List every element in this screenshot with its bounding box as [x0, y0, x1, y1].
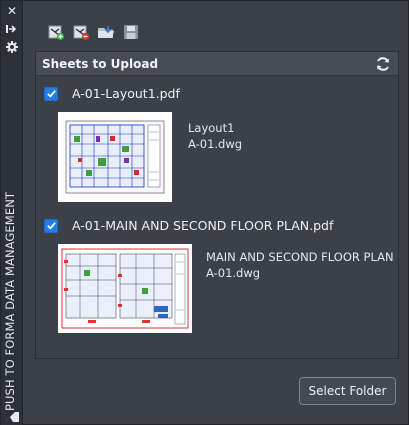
palette-title: PUSH TO FORMA DATA MANAGEMENT — [3, 191, 17, 411]
sheet-checkbox[interactable] — [44, 86, 58, 101]
sheet-thumbnail — [58, 244, 192, 333]
palette-window: ✕ PUSH TO FORMA DATA MANAGEMENT Sheets t… — [0, 0, 409, 425]
sheet-thumbnail — [58, 112, 172, 202]
sheet-file-name: A-01-MAIN AND SECOND FLOOR PLAN.pdf — [72, 218, 334, 233]
save-icon[interactable] — [120, 21, 142, 43]
toolbar — [45, 21, 142, 43]
open-folder-icon[interactable] — [95, 21, 117, 43]
sheets-panel: Sheets to Upload A-01-Layout1.pdf Layout… — [35, 51, 399, 359]
panel-title: Sheets to Upload — [42, 56, 159, 71]
sheet-meta: Layout1 A-01.dwg — [188, 120, 242, 152]
sheet-layout-name: Layout1 — [188, 121, 235, 135]
settings-icon[interactable] — [4, 40, 20, 54]
panel-header: Sheets to Upload — [36, 52, 398, 76]
sheet-meta: MAIN AND SECOND FLOOR PLAN A-01.dwg — [206, 249, 394, 281]
pin-icon[interactable] — [4, 22, 20, 36]
app-logo — [4, 408, 20, 422]
select-folder-button[interactable]: Select Folder — [299, 377, 396, 405]
sheet-layout-name: MAIN AND SECOND FLOOR PLAN — [206, 250, 394, 264]
refresh-icon[interactable] — [374, 55, 392, 73]
remove-sheet-icon[interactable] — [70, 21, 92, 43]
sheet-file-name: A-01-Layout1.pdf — [72, 86, 180, 101]
sheet-drawing-name: A-01.dwg — [206, 266, 261, 280]
list-item[interactable]: A-01-MAIN AND SECOND FLOOR PLAN.pdf — [44, 218, 333, 233]
sheet-drawing-name: A-01.dwg — [188, 137, 243, 151]
palette-titlebar[interactable]: ✕ PUSH TO FORMA DATA MANAGEMENT — [1, 1, 23, 425]
add-sheet-icon[interactable] — [45, 21, 67, 43]
close-icon[interactable]: ✕ — [4, 4, 20, 18]
list-item[interactable]: A-01-Layout1.pdf — [44, 86, 180, 101]
sheet-checkbox[interactable] — [44, 218, 58, 233]
